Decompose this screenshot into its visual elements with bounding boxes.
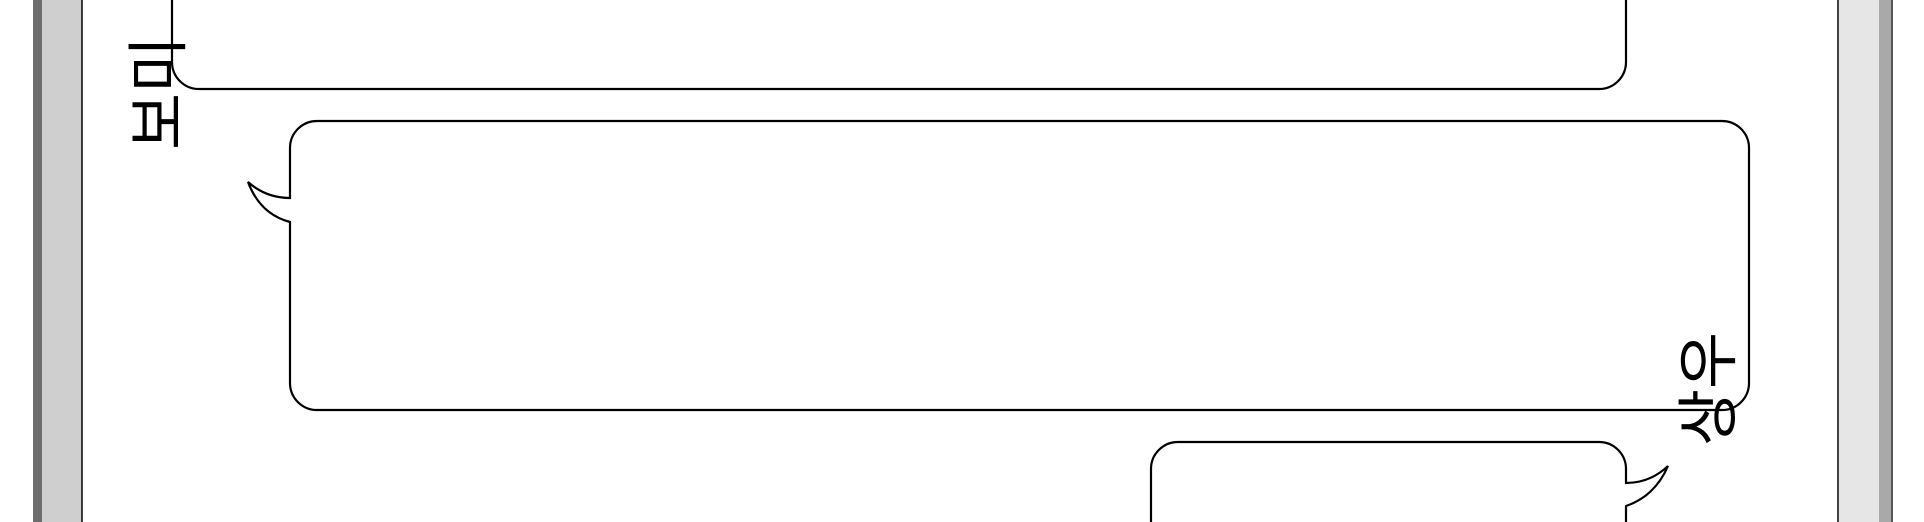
- speech-bubble-bomi: [246, 119, 1751, 412]
- speech-bubbles: [170, 0, 1751, 522]
- worksheet-page: 보미 상우: [0, 0, 1924, 522]
- speaker-label-bomi: 보미: [122, 35, 195, 150]
- speaker-label-sangwoo: 상우: [1672, 331, 1745, 446]
- speech-bubble-sangwoo: [1149, 440, 1670, 522]
- speech-bubble-top: [170, 0, 1628, 91]
